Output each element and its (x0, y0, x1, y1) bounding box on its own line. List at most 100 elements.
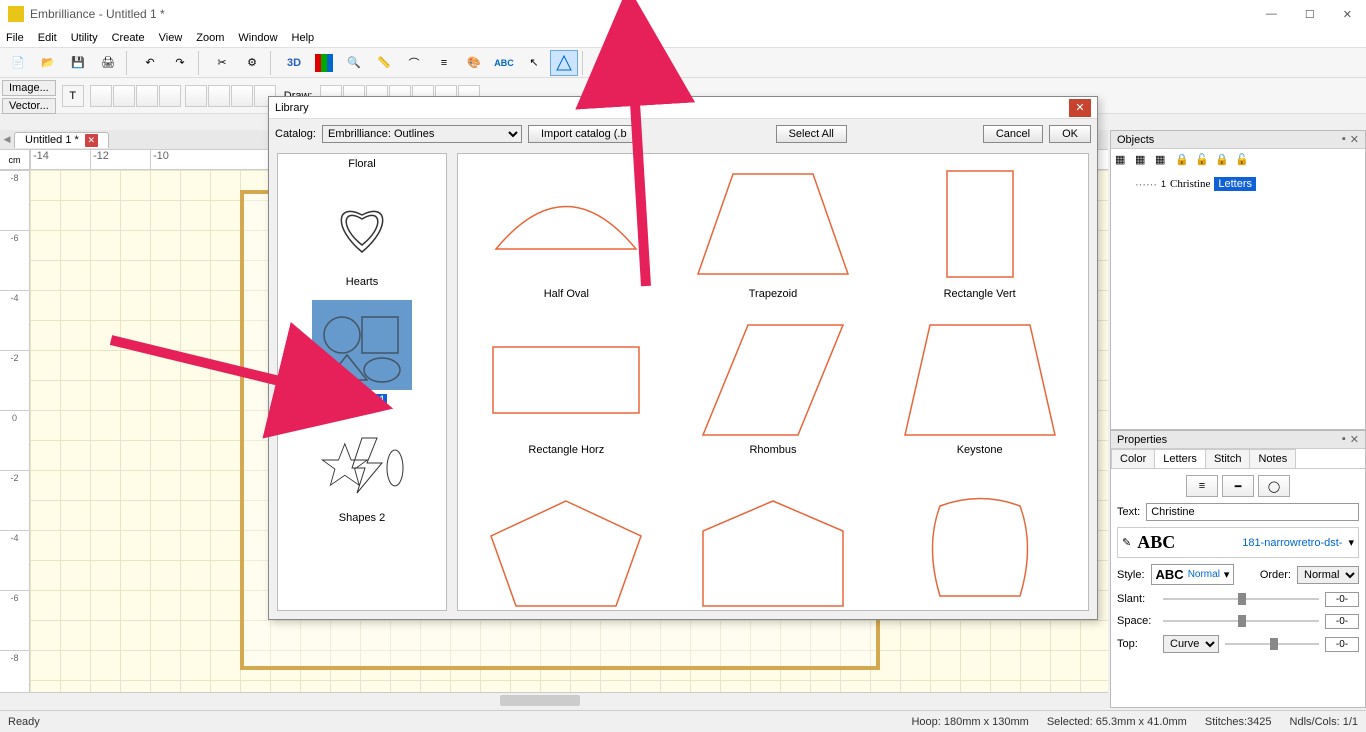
shape-pentagon1[interactable] (468, 476, 665, 600)
lock2-icon[interactable]: 🔒 (1215, 153, 1233, 171)
tb2-icon-4[interactable] (159, 85, 181, 107)
gear-icon[interactable]: ⚙ (592, 50, 620, 76)
vector-button[interactable]: Vector... (2, 98, 56, 114)
shape-keystone[interactable]: Keystone (881, 320, 1078, 456)
tb2-icon-2[interactable] (113, 85, 135, 107)
top-slider[interactable] (1225, 636, 1319, 652)
category-list[interactable]: Floral Hearts Shapes 1 Shapes 2 (277, 153, 447, 611)
color-icon[interactable]: 🎨 (460, 50, 488, 76)
import-catalog-button[interactable]: Import catalog (.b (528, 125, 640, 143)
needle-icon[interactable]: ✂ (208, 50, 236, 76)
close-button[interactable]: ✕ (1337, 6, 1358, 23)
shapes-library-icon[interactable] (550, 50, 578, 76)
text-tool-icon[interactable]: T (62, 85, 84, 107)
tb2-icon-5[interactable] (185, 85, 207, 107)
shapes-grid[interactable]: Half Oval Trapezoid Rectangle Vert Recta… (457, 153, 1089, 611)
pin-icon[interactable]: ▪ (1342, 133, 1346, 146)
menu-utility[interactable]: Utility (71, 32, 98, 44)
menu-window[interactable]: Window (238, 32, 277, 44)
obj-tb-1[interactable]: ▦ (1115, 153, 1133, 171)
align-center-icon[interactable]: ━ (1222, 475, 1254, 497)
catalog-select[interactable]: Embrilliance: Outlines (322, 125, 522, 143)
misc-icon[interactable]: ⚙ (238, 50, 266, 76)
category-hearts[interactable]: Hearts (282, 182, 442, 288)
tab-notes[interactable]: Notes (1249, 449, 1296, 468)
redo-icon[interactable]: ↷ (166, 50, 194, 76)
tb2-icon-7[interactable] (231, 85, 253, 107)
lock-icon[interactable]: 🔒 (1175, 153, 1193, 171)
pin-icon[interactable]: ▪ (1342, 433, 1346, 446)
unlock-icon[interactable]: 🔓 (1195, 153, 1213, 171)
ok-button[interactable]: OK (1049, 125, 1091, 143)
shape-rhombus[interactable]: Rhombus (675, 320, 872, 456)
menu-edit[interactable]: Edit (38, 32, 57, 44)
obj-tb-2[interactable]: ▦ (1135, 153, 1153, 171)
text-a-icon[interactable]: A (622, 50, 650, 76)
style-selector[interactable]: ABC Normal ▾ (1151, 564, 1235, 585)
document-tab[interactable]: Untitled 1 * ✕ (14, 132, 109, 148)
3d-icon[interactable]: 3D (280, 50, 308, 76)
dialog-close-icon[interactable]: ✕ (1069, 99, 1091, 117)
menu-zoom[interactable]: Zoom (196, 32, 224, 44)
minimize-button[interactable]: — (1260, 6, 1283, 23)
slant-value[interactable]: -0- (1325, 592, 1359, 607)
menu-create[interactable]: Create (112, 32, 145, 44)
zoom-icon[interactable]: 🔍 (340, 50, 368, 76)
shape-rectangle-vert[interactable]: Rectangle Vert (881, 164, 1078, 300)
align-circle-icon[interactable]: ◯ (1258, 475, 1290, 497)
space-slider[interactable] (1163, 613, 1319, 629)
print-icon[interactable]: 🖨 (94, 50, 122, 76)
tb2-icon-3[interactable] (136, 85, 158, 107)
align-icon[interactable]: ≡ (430, 50, 458, 76)
maximize-button[interactable]: ☐ (1299, 6, 1321, 23)
cancel-button[interactable]: Cancel (983, 125, 1043, 143)
space-value[interactable]: -0- (1325, 614, 1359, 629)
shape-trapezoid[interactable]: Trapezoid (675, 164, 872, 300)
tab-letters[interactable]: Letters (1154, 449, 1206, 468)
select-all-button[interactable]: Select All (776, 125, 847, 143)
abc-icon[interactable]: ABC (490, 50, 518, 76)
menu-view[interactable]: View (159, 32, 183, 44)
arc-icon[interactable]: ⌒ (400, 50, 428, 76)
tab-stitch[interactable]: Stitch (1205, 449, 1251, 468)
shape-rectangle-horz[interactable]: Rectangle Horz (468, 320, 665, 456)
order-select[interactable]: Normal (1297, 566, 1359, 584)
tab-prev[interactable]: ◀ (0, 134, 14, 145)
align-left-icon[interactable]: ≡ (1186, 475, 1218, 497)
category-floral[interactable]: Floral (282, 158, 442, 170)
pointer-icon[interactable]: ↖ (520, 50, 548, 76)
new-icon[interactable]: 📄 (4, 50, 32, 76)
shape-rounded[interactable] (881, 476, 1078, 600)
tab-close-icon[interactable]: ✕ (85, 134, 98, 147)
image-button[interactable]: Image... (2, 80, 56, 96)
tb2-icon-6[interactable] (208, 85, 230, 107)
ruler-icon[interactable]: 📏 (370, 50, 398, 76)
status-stitches: Stitches:3425 (1205, 716, 1272, 728)
slant-slider[interactable] (1163, 591, 1319, 607)
object-item-1[interactable]: ⋯⋯ 1 Christine Letters (1135, 177, 1361, 191)
save-icon[interactable]: 💾 (64, 50, 92, 76)
top-select[interactable]: Curve (1163, 635, 1219, 653)
undo-icon[interactable]: ↶ (136, 50, 164, 76)
panel-close-icon[interactable]: ✕ (1350, 133, 1359, 146)
horizontal-scrollbar[interactable] (0, 692, 1108, 708)
menu-help[interactable]: Help (292, 32, 315, 44)
category-shapes2[interactable]: Shapes 2 (282, 418, 442, 524)
open-icon[interactable]: 📂 (34, 50, 62, 76)
obj-tb-3[interactable]: ▦ (1155, 153, 1173, 171)
frame-icon[interactable]: ▦ (652, 50, 680, 76)
shape-pentagon2[interactable] (675, 476, 872, 600)
tb2-icon-1[interactable] (90, 85, 112, 107)
dropdown-icon[interactable]: ▾ (1348, 536, 1354, 549)
top-value[interactable]: -0- (1325, 637, 1359, 652)
category-shapes1[interactable]: Shapes 1 (282, 300, 442, 406)
panel-close-icon[interactable]: ✕ (1350, 433, 1359, 446)
main-toolbar: 📄 📂 💾 🖨 ↶ ↷ ✂ ⚙ 3D 🔍 📏 ⌒ ≡ 🎨 ABC ↖ ⚙ A ▦ (0, 48, 1366, 78)
font-name[interactable]: 181-narrowretro-dst- (1242, 537, 1342, 549)
text-input[interactable] (1146, 503, 1359, 521)
unlock2-icon[interactable]: 🔓 (1235, 153, 1253, 171)
tab-color[interactable]: Color (1111, 449, 1155, 468)
menu-file[interactable]: File (6, 32, 24, 44)
shape-half-oval[interactable]: Half Oval (468, 164, 665, 300)
palette-icon[interactable] (310, 50, 338, 76)
